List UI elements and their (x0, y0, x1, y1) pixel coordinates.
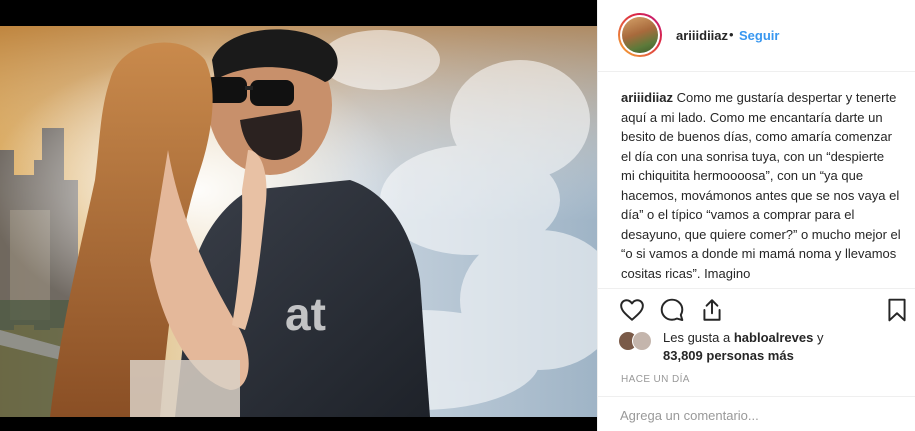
post-side-panel: ariiidiiaz • Seguir ariiidiiaz Como me g… (597, 0, 915, 431)
likes-summary: Les gusta a hablоalreves y 83,809 person… (663, 329, 823, 365)
likes-prefix: Les gusta a (663, 330, 731, 345)
likes-user[interactable]: hablоalreves (734, 330, 814, 345)
caption-text: Como me gustaría despertar y tenerte aqu… (621, 90, 901, 281)
separator-dot: • (729, 27, 734, 42)
comment-box (598, 396, 915, 431)
svg-text:at: at (285, 288, 326, 340)
post-username[interactable]: ariiidiiaz (676, 28, 728, 43)
post-photo: at (0, 0, 597, 431)
liker-avatar[interactable] (632, 331, 652, 351)
avatar-image (622, 17, 658, 53)
action-bar (598, 288, 915, 328)
comment-input[interactable] (620, 406, 890, 424)
likes-section: Les gusta a hablоalreves y 83,809 person… (618, 328, 908, 368)
likes-count[interactable]: 83,809 personas más (663, 348, 794, 363)
avatar-ring (620, 15, 660, 55)
profile-avatar[interactable] (618, 13, 662, 57)
heart-icon[interactable] (619, 297, 645, 323)
share-icon[interactable] (699, 297, 725, 323)
caption-username[interactable]: ariiidiiaz (621, 90, 673, 105)
bookmark-icon[interactable] (884, 297, 910, 323)
post-image[interactable]: at (0, 0, 597, 431)
comment-icon[interactable] (659, 297, 685, 323)
likes-and: y (816, 330, 824, 345)
caption: ariiidiiaz Como me gustaría despertar y … (621, 88, 901, 288)
post-header: ariiidiiaz • Seguir (598, 0, 915, 72)
follow-button[interactable]: Seguir (739, 28, 779, 43)
post-timestamp[interactable]: HACE UN DÍA (621, 374, 690, 385)
